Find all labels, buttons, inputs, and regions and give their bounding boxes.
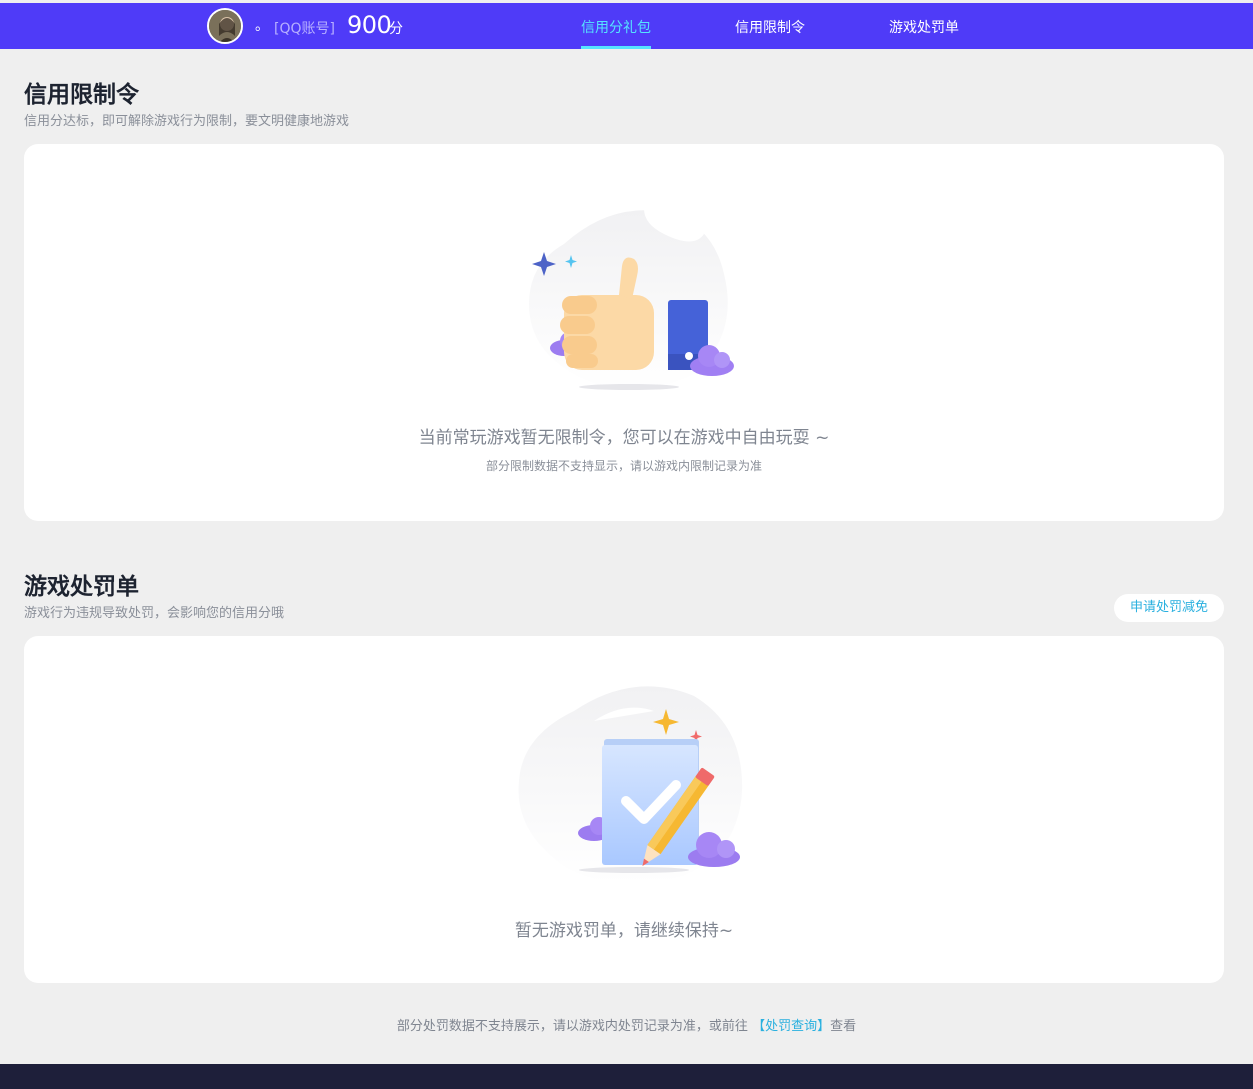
- footer-note: 部分处罚数据不支持展示，请以游戏内处罚记录为准，或前往 【处罚查询】查看: [0, 1015, 1253, 1034]
- tab-game-penalty[interactable]: 游戏处罚单: [889, 17, 959, 37]
- apply-penalty-reduction-button[interactable]: 申请处罚减免: [1114, 594, 1224, 622]
- restriction-card: 当前常玩游戏暂无限制令，您可以在游戏中自由玩耍 ~ 部分限制数据不支持显示，请以…: [24, 144, 1224, 521]
- penalty-title: 游戏处罚单: [24, 574, 139, 600]
- restriction-empty-text: 当前常玩游戏暂无限制令，您可以在游戏中自由玩耍 ~: [418, 428, 830, 448]
- account-type-label: [QQ账号]: [274, 21, 335, 37]
- footer-note-text: 部分处罚数据不支持展示，请以游戏内处罚记录为准，或前往: [396, 1019, 748, 1034]
- avatar[interactable]: [207, 8, 243, 44]
- penalty-card: 暂无游戏罚单，请继续保持~: [24, 636, 1224, 983]
- tab-credit-restriction[interactable]: 信用限制令: [735, 17, 805, 37]
- tab-credit-gift[interactable]: 信用分礼包: [581, 17, 651, 37]
- checklist-pencil-illustration: [518, 686, 743, 884]
- penalty-query-link[interactable]: 【处罚查询】: [752, 1019, 830, 1034]
- restriction-empty-note: 部分限制数据不支持显示，请以游戏内限制记录为准: [485, 459, 762, 473]
- bottom-bar: [0, 1064, 1253, 1089]
- restriction-subtitle: 信用分达标，即可解除游戏行为限制，要文明健康地游戏: [24, 114, 350, 129]
- restriction-title: 信用限制令: [24, 82, 139, 108]
- top-nav-bar: 。 [QQ账号] 900 分 信用分礼包 信用限制令 游戏处罚单: [0, 3, 1253, 49]
- active-tab-indicator: [581, 46, 651, 49]
- credit-score: 900: [347, 11, 392, 39]
- score-unit: 分: [389, 21, 403, 37]
- penalty-empty-text: 暂无游戏罚单，请继续保持~: [514, 921, 734, 941]
- nickname: 。: [255, 18, 269, 34]
- thumbs-up-illustration: [529, 208, 734, 391]
- penalty-subtitle: 游戏行为违规导致处罚，会影响您的信用分哦: [24, 606, 285, 621]
- footer-note-suffix: 查看: [830, 1019, 857, 1034]
